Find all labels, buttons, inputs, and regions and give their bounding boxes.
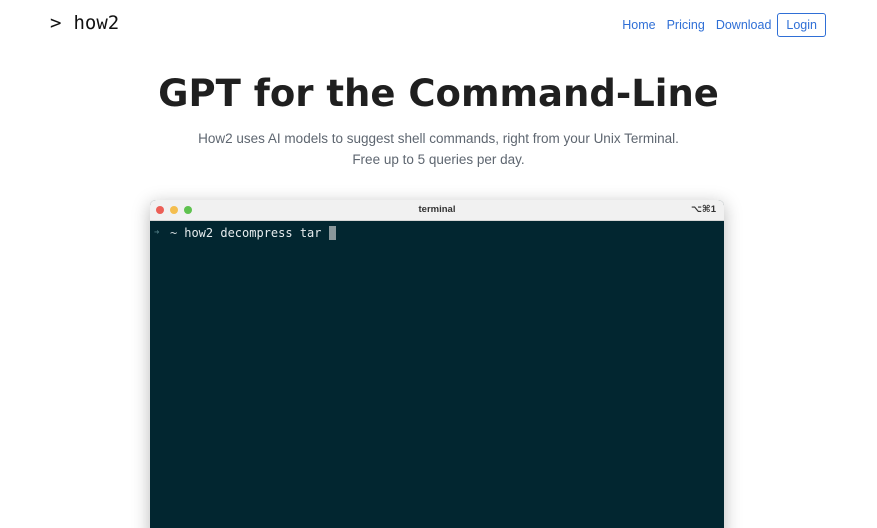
hero-title: GPT for the Command-Line	[158, 72, 719, 115]
main-nav: Home Pricing Download Login	[622, 12, 826, 38]
terminal-cursor	[328, 226, 336, 240]
nav-pricing-link[interactable]: Pricing	[667, 18, 705, 32]
hero-subtitle-line1: How2 uses AI models to suggest shell com…	[198, 131, 679, 146]
terminal-window: terminal ⌥⌘1 ➜ ~ how2 decompress tar	[150, 200, 724, 528]
header: > how2 Home Pricing Download Login	[0, 0, 877, 50]
terminal-shortcut: ⌥⌘1	[690, 204, 716, 215]
logo[interactable]: > how2	[50, 12, 119, 34]
logo-text: how2	[73, 12, 120, 34]
prompt-directory: ~	[170, 226, 178, 240]
terminal-title-bar: terminal ⌥⌘1	[150, 200, 724, 221]
terminal-title: terminal	[418, 204, 456, 215]
terminal-body[interactable]: ➜ ~ how2 decompress tar	[150, 221, 724, 241]
prompt-arrow-icon: ➜	[154, 228, 160, 238]
terminal-prompt-line: ➜ ~ how2 decompress tar	[154, 225, 724, 241]
page: > how2 Home Pricing Download Login GPT f…	[0, 0, 877, 528]
terminal-command: how2 decompress tar	[184, 226, 322, 240]
login-button[interactable]: Login	[777, 13, 826, 37]
nav-download-link[interactable]: Download	[716, 18, 772, 32]
hero-subtitle: How2 uses AI models to suggest shell com…	[0, 128, 877, 170]
logo-prompt-icon: >	[50, 12, 62, 34]
hero-subtitle-line2: Free up to 5 queries per day.	[352, 152, 525, 167]
nav-home-link[interactable]: Home	[622, 18, 655, 32]
